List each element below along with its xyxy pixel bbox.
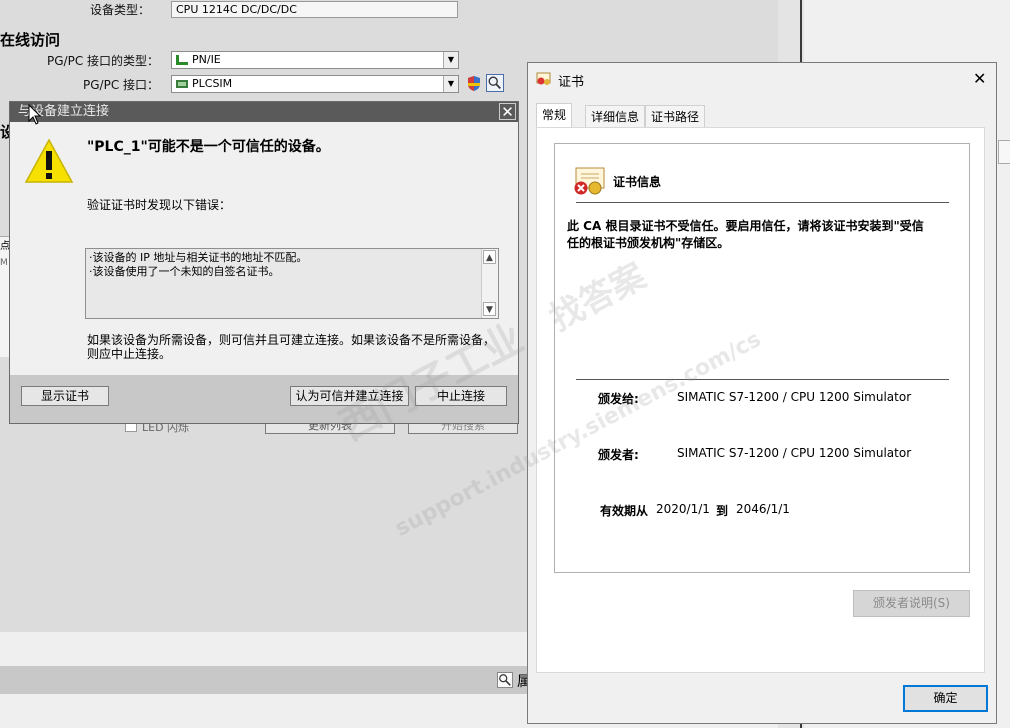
advice-line: 如果该设备为所需设备，则可信并且可建立连接。如果该设备不是所需设备， (87, 333, 496, 347)
valid-to-label: 到 (716, 504, 729, 518)
issued-to-label: 颁发给: (598, 392, 639, 406)
dialog-titlebar[interactable]: 与设备建立连接 (10, 102, 518, 122)
certificate-info-frame: 证书信息 此 CA 根目录证书不受信任。要启用信任，请将该证书安装到"受信 任的… (554, 143, 970, 573)
untrusted-certificate-icon (574, 167, 605, 195)
advice-line: 则应中止连接。 (87, 347, 172, 361)
advice-text: 如果该设备为所需设备，则可信并且可建立连接。如果该设备不是所需设备， 则应中止连… (87, 333, 495, 361)
valid-from-label: 有效期从 (600, 504, 649, 518)
pgpc-interface-dropdown[interactable]: PLCSIM ▼ (171, 75, 459, 93)
chevron-down-icon[interactable]: ▼ (443, 52, 458, 68)
tab-general[interactable]: 常规 (536, 103, 573, 128)
divider (576, 379, 949, 380)
online-access-heading: 在线访问 (0, 31, 61, 49)
search-icon[interactable] (486, 74, 504, 92)
device-type-label: 设备类型： (90, 3, 151, 17)
ok-button[interactable]: 确定 (903, 685, 988, 712)
verification-intro: 验证证书时发现以下错误： (87, 198, 232, 212)
trust-and-connect-button[interactable]: 认为可信并建立连接 (290, 386, 409, 406)
connect-device-dialog: 与设备建立连接 ✕ "PLC_1"可能不是一个可信任的设备。 验证证书时发现以下… (9, 101, 519, 424)
scroll-up-icon[interactable]: ▲ (483, 250, 496, 264)
valid-to-value: 2046/1/1 (736, 502, 790, 516)
scrollbar[interactable]: ▲ ▼ (481, 249, 498, 318)
show-certificate-button[interactable]: 显示证书 (21, 386, 109, 406)
certificate-info-heading: 证书信息 (613, 175, 662, 189)
certificate-window: 证书 ✕ 常规 详细信息 证书路径 证书信息 此 CA 根目录证书不受信任。要启… (527, 62, 997, 724)
valid-from-value: 2020/1/1 (656, 502, 710, 516)
error-item: ·该设备使用了一个未知的自签名证书。 (89, 265, 280, 278)
trust-warning-text: 此 CA 根目录证书不受信任。要启用信任，请将该证书安装到"受信 任的根证书颁发… (567, 218, 924, 252)
inspect-icon[interactable] (497, 672, 513, 688)
scroll-down-icon[interactable]: ▼ (483, 302, 496, 316)
trust-warning-line: 此 CA 根目录证书不受信任。要启用信任，请将该证书安装到"受信 (567, 219, 924, 233)
certificate-window-title: 证书 (558, 75, 585, 90)
untrusted-device-heading: "PLC_1"可能不是一个可信任的设备。 (87, 139, 330, 155)
chevron-down-icon[interactable]: ▼ (443, 76, 458, 92)
issuer-statement-button[interactable]: 颁发者说明(S) (853, 590, 970, 617)
tab-certification-path[interactable]: 证书路径 (645, 105, 706, 127)
certificate-icon (536, 72, 551, 85)
mouse-cursor-icon (28, 104, 42, 125)
abort-connection-button[interactable]: 中止连接 (415, 386, 507, 406)
issued-to-value[interactable]: SIMATIC S7-1200 / CPU 1200 Simulator (677, 390, 911, 404)
divider (576, 202, 949, 203)
tab-details[interactable]: 详细信息 (585, 105, 646, 127)
general-tab-pane: 证书信息 此 CA 根目录证书不受信任。要启用信任，请将该证书安装到"受信 任的… (536, 127, 985, 673)
error-list-box[interactable]: ·该设备的 IP 地址与相关证书的地址不匹配。 ·该设备使用了一个未知的自签名证… (85, 248, 499, 319)
pgpc-type-value: PN/IE (192, 53, 221, 66)
warning-icon (24, 138, 74, 183)
dialog-button-bar: 显示证书 认为可信并建立连接 中止连接 (10, 375, 518, 423)
issued-by-value[interactable]: SIMATIC S7-1200 / CPU 1200 Simulator (677, 446, 911, 460)
shield-icon[interactable] (466, 75, 482, 92)
error-item: ·该设备的 IP 地址与相关证书的地址不匹配。 (89, 251, 308, 264)
close-icon[interactable]: ✕ (499, 103, 516, 121)
pgpc-type-label: PG/PC 接口的类型： (47, 54, 160, 68)
pgpc-interface-label: PG/PC 接口： (83, 78, 160, 92)
pgpc-type-dropdown[interactable]: PN/IE ▼ (171, 51, 459, 69)
close-icon[interactable]: ✕ (973, 69, 986, 88)
device-type-field: CPU 1214C DC/DC/DC (171, 1, 458, 18)
simulator-icon (176, 80, 188, 88)
issued-by-label: 颁发者: (598, 448, 639, 462)
network-icon (176, 55, 188, 65)
pgpc-interface-value: PLCSIM (192, 77, 233, 90)
trust-warning-line: 任的根证书颁发机构"存储区。 (567, 236, 730, 250)
